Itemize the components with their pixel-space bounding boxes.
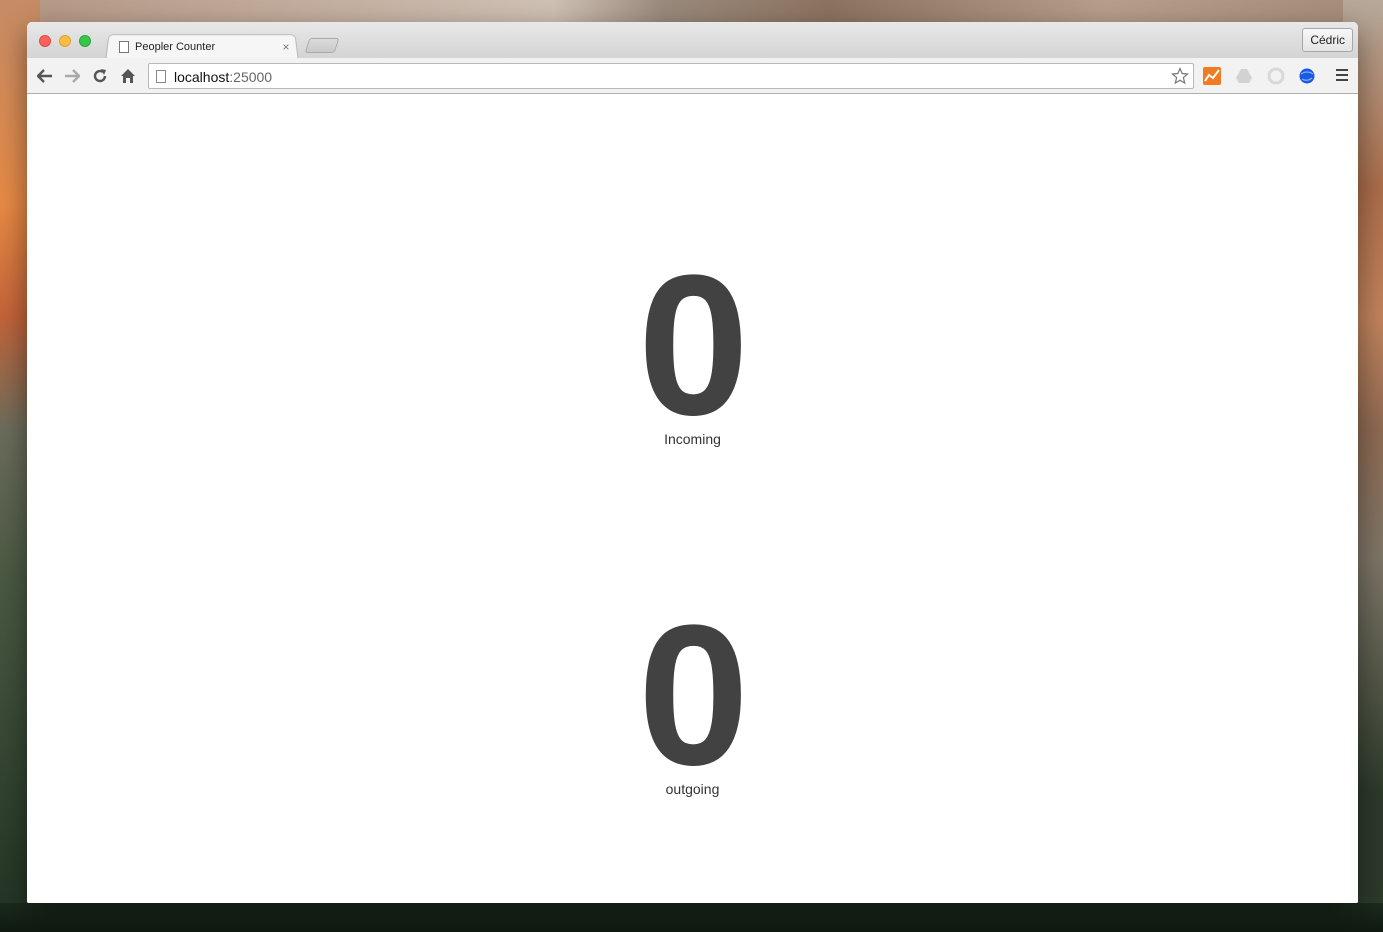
browser-toolbar: localhost:25000 [27, 58, 1358, 94]
outgoing-label: outgoing [665, 781, 720, 797]
minimize-window-button[interactable] [59, 35, 71, 47]
desktop-wallpaper-top [0, 0, 1383, 22]
globe-extension-icon[interactable] [1298, 67, 1316, 85]
profile-button[interactable]: Cédric [1302, 28, 1353, 52]
new-tab-button[interactable] [304, 38, 340, 53]
incoming-count: 0 [637, 234, 749, 457]
page-icon [119, 41, 129, 53]
back-arrow-icon [37, 69, 52, 83]
url-port: :25000 [229, 69, 273, 85]
outgoing-count: 0 [637, 584, 749, 807]
page-content: 0 Incoming 0 outgoing [27, 94, 1358, 903]
home-icon [121, 69, 135, 83]
address-url[interactable]: localhost:25000 [174, 69, 272, 85]
tab-strip: Peopler Counter × Cédric [27, 22, 1358, 59]
incoming-label: Incoming [664, 431, 721, 447]
bookmark-star-icon[interactable] [1171, 67, 1189, 85]
forward-arrow-icon [65, 69, 80, 83]
drive-extension-icon[interactable] [1235, 67, 1253, 85]
address-bar[interactable]: localhost:25000 [148, 63, 1194, 89]
tab-content[interactable]: Peopler Counter × [119, 36, 297, 58]
outgoing-counter: 0 outgoing [27, 584, 1358, 807]
tab-close-icon[interactable]: × [279, 40, 293, 54]
chrome-menu-icon[interactable] [1336, 69, 1348, 81]
close-window-button[interactable] [39, 35, 51, 47]
zoom-window-button[interactable] [79, 35, 91, 47]
page-icon [156, 70, 166, 83]
back-button[interactable] [35, 66, 55, 86]
browser-window: Peopler Counter × Cédric localhost:25000 [27, 22, 1358, 903]
home-button[interactable] [118, 66, 138, 86]
incoming-counter: 0 Incoming [27, 234, 1358, 457]
url-host: localhost [174, 69, 230, 85]
reload-button[interactable] [90, 66, 110, 86]
tab-title: Peopler Counter [135, 41, 216, 53]
desktop-wallpaper-bottom [0, 903, 1383, 932]
sync-extension-icon[interactable] [1267, 67, 1285, 85]
reload-icon [93, 69, 107, 83]
forward-button[interactable] [62, 66, 82, 86]
analytics-extension-icon[interactable] [1203, 67, 1221, 85]
